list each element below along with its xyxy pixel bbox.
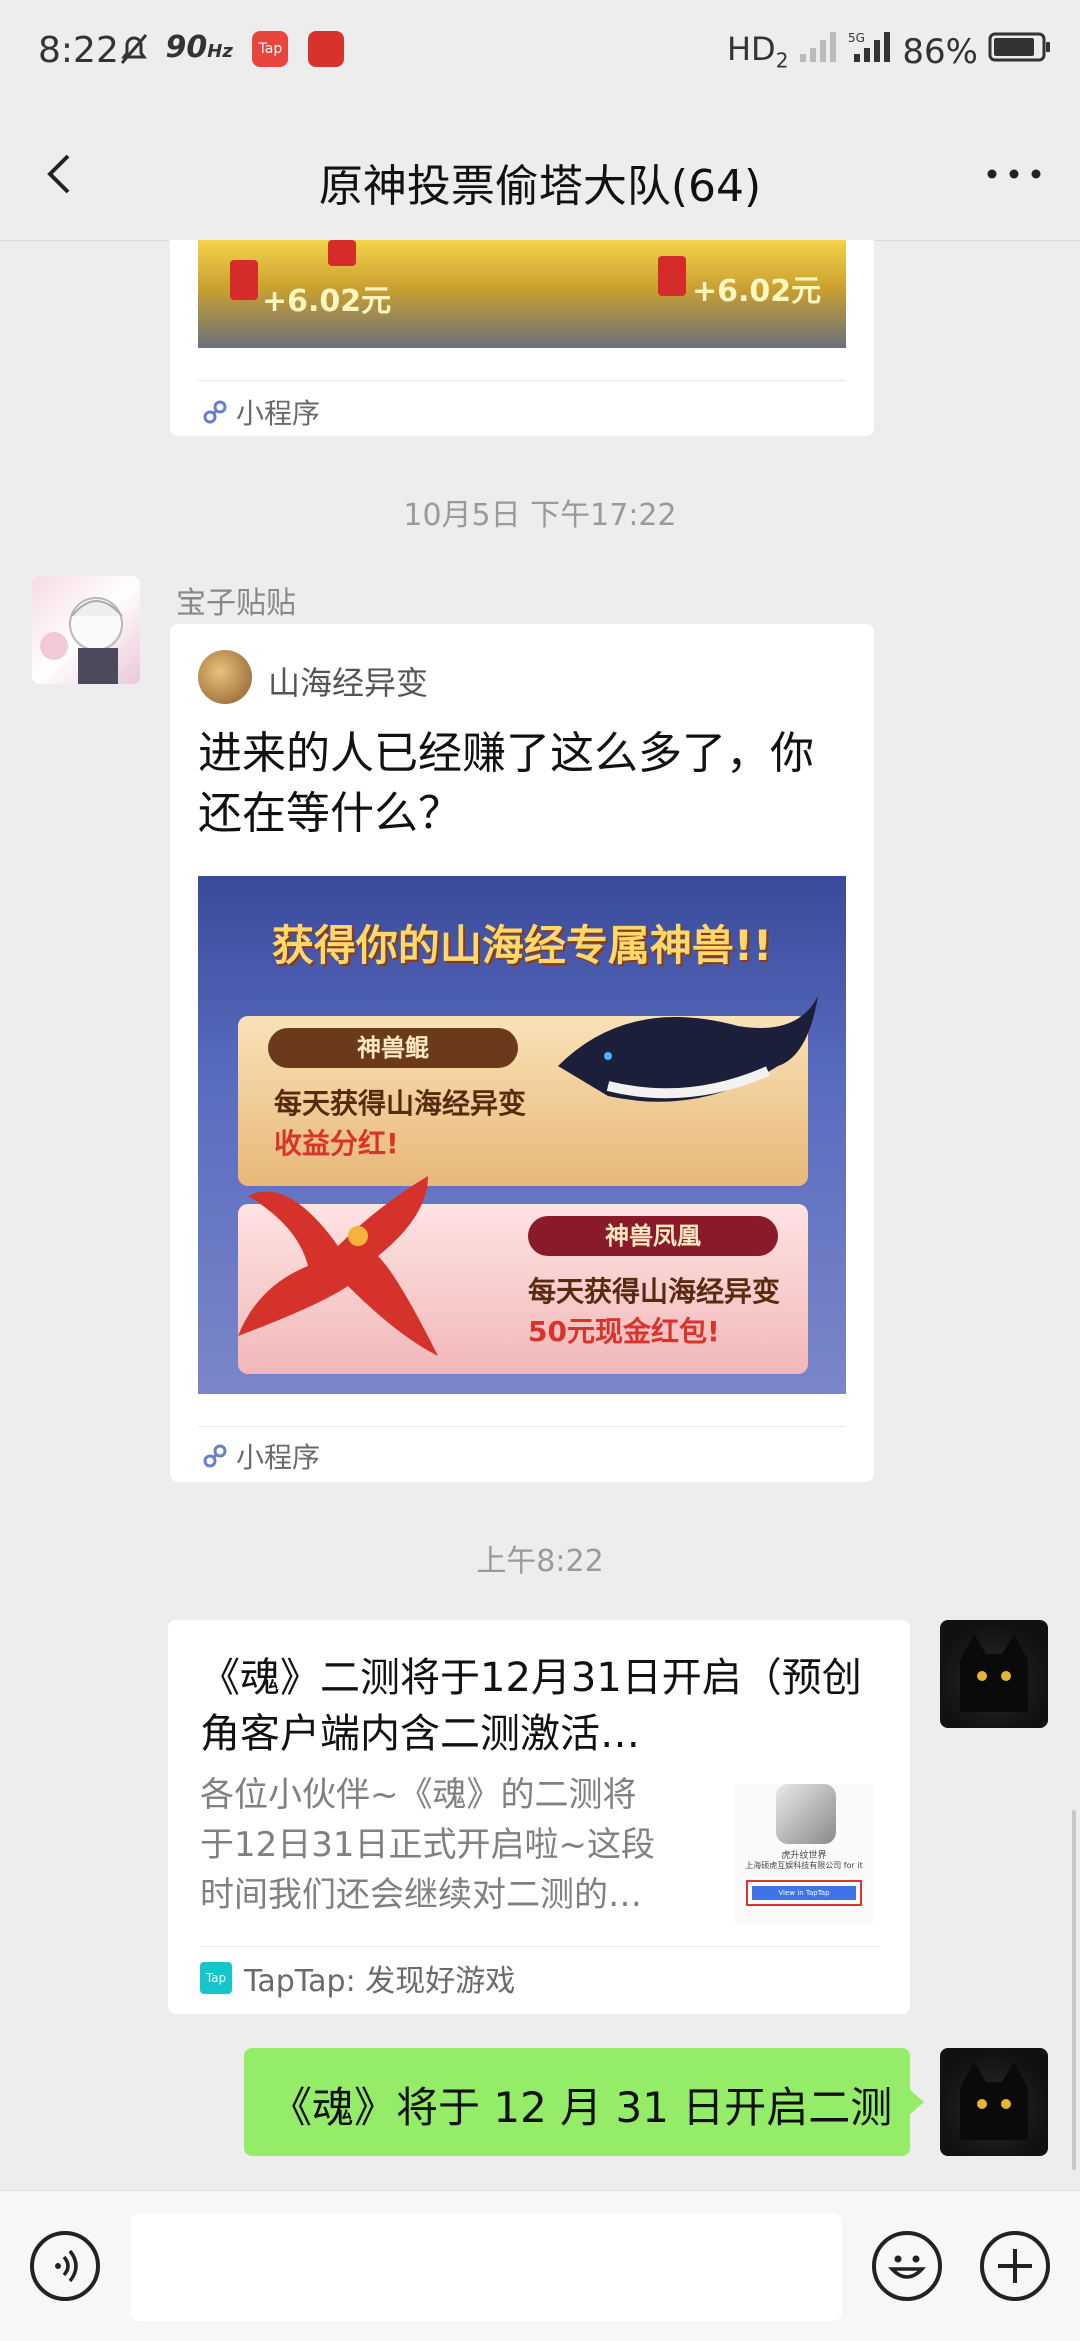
phoenix-icon [238, 1176, 438, 1356]
status-bar: 8:22 90Hz Tap HD2 5G 86% [0, 0, 1080, 110]
status-left-icons: 90Hz Tap [118, 30, 344, 67]
taptap-app-badge-icon: Tap [252, 30, 289, 67]
link-source: Tap TapTap: 发现好游戏 [200, 1956, 515, 2000]
more-button[interactable] [984, 154, 1044, 194]
voice-icon [55, 2249, 78, 2283]
card-divider [198, 1426, 846, 1427]
whale-illustration [548, 976, 828, 1126]
status-right: HD2 5G 86% [727, 30, 1052, 73]
svg-text:5G: 5G [848, 31, 865, 45]
mini-program-card-top[interactable]: +6.02元 +6.02元 小程序 [170, 240, 874, 436]
black-cat-icon [960, 2062, 1028, 2140]
plus-icon [998, 2249, 1032, 2283]
my-avatar[interactable] [940, 2048, 1048, 2156]
bonus-text-left: +6.02元 [262, 284, 392, 319]
status-time: 8:22 [38, 30, 119, 71]
link-card[interactable]: 《魂》二测将于12月31日开启（预创角客户端内含二测激活… 各位小伙伴~《魂》的… [168, 1620, 910, 2014]
bonus-text-right: +6.02元 [692, 274, 822, 309]
whale-icon [558, 996, 818, 1102]
card-divider [198, 380, 846, 381]
refresh-rate-label: 90Hz [165, 30, 233, 65]
phoenix-illustration [228, 1156, 458, 1376]
input-bar [0, 2190, 1080, 2341]
my-avatar[interactable] [940, 1620, 1048, 1728]
bubble-tail [908, 2088, 924, 2116]
red-packet-icon [658, 256, 686, 296]
banner-headline: 获得你的山海经专属神兽!! [271, 921, 773, 970]
emoji-button[interactable] [872, 2231, 942, 2301]
black-cat-icon [960, 1634, 1028, 1712]
5g-signal-icon: 5G [848, 30, 892, 73]
mini-program-footer: 小程序 [202, 392, 320, 432]
link-card-description: 各位小伙伴~《魂》的二测将于12日31日正式开启啦~这段时间我们还会继续对二测的… [200, 1775, 656, 1915]
thumbnail-highlight: View in TapTap [746, 1880, 862, 1906]
anime-avatar-icon [40, 597, 123, 684]
card-title: 进来的人已经赚了这么多了，你还在等什么？ [198, 728, 814, 839]
chat-header: 原神投票偷塔大队(64) [0, 110, 1080, 241]
card-divider [200, 1946, 880, 1947]
game-app-badge-icon [307, 30, 344, 67]
mini-program-card[interactable]: 山海经异变 进来的人已经赚了这么多了，你还在等什么？ 获得你的山海经专属神兽!!… [170, 624, 874, 1482]
add-button[interactable] [980, 2231, 1050, 2301]
banner-tag: 神兽凤凰 [528, 1216, 778, 1256]
chat-title: 原神投票偷塔大队(64) [318, 161, 762, 212]
voice-button[interactable] [30, 2231, 100, 2301]
sender-avatar[interactable] [32, 576, 140, 684]
more-dots-icon [987, 169, 1041, 179]
mute-alarm-icon [118, 30, 160, 65]
promo-banner-image: 获得你的山海经专属神兽!! 神兽鲲 每天获得山海经异变 收益分红! 神兽凤凰 每… [198, 876, 846, 1394]
timestamp: 上午8:22 [476, 1544, 604, 1579]
mini-program-icon [203, 400, 227, 424]
app-logo-icon [198, 650, 252, 704]
hd-network-label: HD2 [726, 30, 789, 73]
battery-percent: 86% [902, 31, 978, 72]
link-card-title: 《魂》二测将于12月31日开启（预创角客户端内含二测激活… [200, 1655, 862, 1757]
emoji-icon [887, 2255, 927, 2279]
mini-program-icon [203, 1444, 227, 1468]
message-text: 《魂》将于 12 月 31 日开启二测 [270, 2083, 893, 2132]
battery-icon [988, 30, 1052, 73]
link-thumbnail: 虎升纹世界 上海硕虎互娱科技有限公司 for it View in TapTap [734, 1784, 874, 1924]
text-message-bubble[interactable]: 《魂》将于 12 月 31 日开启二测 [244, 2048, 910, 2156]
red-packet-icon [328, 240, 356, 266]
timestamp: 10月5日 下午17:22 [403, 498, 677, 533]
mini-program-name: 山海经异变 [268, 664, 429, 702]
message-input[interactable] [130, 2213, 842, 2321]
red-packet-icon [230, 260, 258, 300]
red-packet-image: +6.02元 +6.02元 [198, 240, 846, 348]
taptap-icon: Tap [200, 1962, 232, 1994]
signal-icon [798, 30, 838, 73]
sender-name: 宝子贴贴 [176, 586, 296, 621]
banner-tag: 神兽鲲 [268, 1028, 518, 1068]
mini-program-footer: 小程序 [202, 1436, 320, 1476]
game-logo-icon [776, 1784, 836, 1844]
scrollbar[interactable] [1072, 1810, 1076, 2170]
